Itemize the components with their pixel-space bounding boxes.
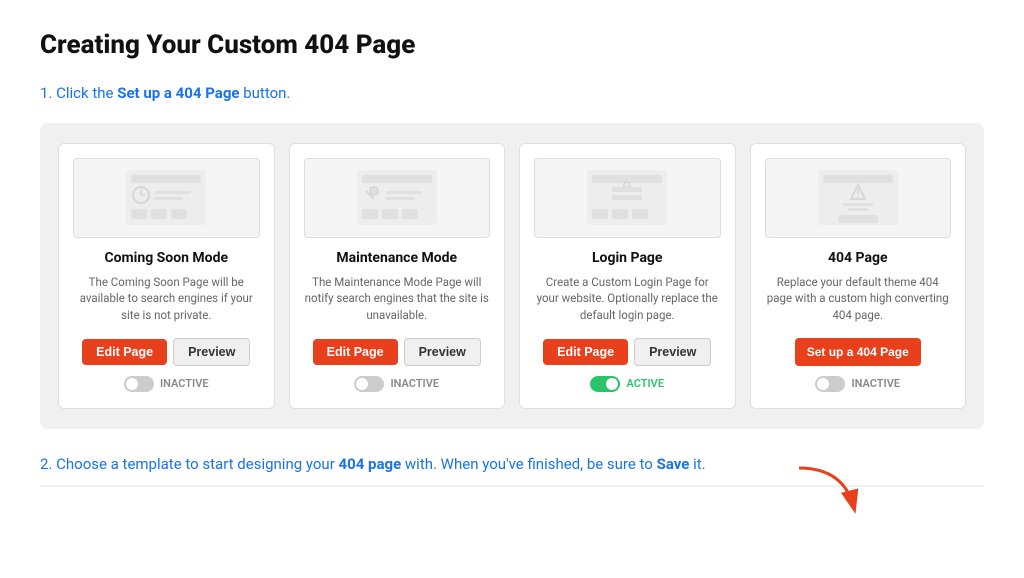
404-status-label: INACTIVE: [851, 377, 900, 390]
login-title: Login Page: [592, 250, 663, 266]
coming-soon-toggle[interactable]: [124, 376, 154, 392]
maintenance-buttons: Edit Page Preview: [313, 338, 481, 366]
404-buttons: Set up a 404 Page: [795, 338, 921, 366]
step2-instruction: 2. Choose a template to start designing …: [40, 453, 984, 476]
coming-soon-title: Coming Soon Mode: [104, 250, 228, 266]
404-title: 404 Page: [828, 250, 888, 266]
404-preview: [765, 158, 952, 238]
login-toggle[interactable]: [590, 376, 620, 392]
404-status: INACTIVE: [815, 376, 900, 392]
bottom-divider: [40, 485, 984, 487]
login-status-label: ACTIVE: [626, 377, 664, 390]
coming-soon-edit-button[interactable]: Edit Page: [82, 339, 167, 365]
coming-soon-desc: The Coming Soon Page will be available t…: [73, 274, 260, 324]
coming-soon-status-label: INACTIVE: [160, 377, 209, 390]
login-desc: Create a Custom Login Page for your webs…: [534, 274, 721, 324]
login-preview-button[interactable]: Preview: [634, 338, 711, 366]
maintenance-title: Maintenance Mode: [336, 250, 457, 266]
maintenance-edit-button[interactable]: Edit Page: [313, 339, 398, 365]
login-buttons: Edit Page Preview: [543, 338, 711, 366]
coming-soon-preview-button[interactable]: Preview: [173, 338, 250, 366]
maintenance-icon: [352, 165, 442, 230]
maintenance-preview: [304, 158, 491, 238]
coming-soon-status: INACTIVE: [124, 376, 209, 392]
page-title: Creating Your Custom 404 Page: [40, 30, 984, 60]
login-edit-button[interactable]: Edit Page: [543, 339, 628, 365]
404-icon: [813, 165, 903, 230]
maintenance-status-label: INACTIVE: [390, 377, 439, 390]
maintenance-desc: The Maintenance Mode Page will notify se…: [304, 274, 491, 324]
maintenance-toggle[interactable]: [354, 376, 384, 392]
login-icon: [582, 165, 672, 230]
coming-soon-icon: [121, 165, 211, 230]
maintenance-preview-button[interactable]: Preview: [404, 338, 481, 366]
card-maintenance: Maintenance Mode The Maintenance Mode Pa…: [289, 143, 506, 409]
step1-instruction: 1. Click the Set up a 404 Page button.: [40, 82, 984, 105]
coming-soon-buttons: Edit Page Preview: [82, 338, 250, 366]
card-404: 404 Page Replace your default theme 404 …: [750, 143, 967, 409]
login-preview: [534, 158, 721, 238]
setup-404-button[interactable]: Set up a 404 Page: [795, 338, 921, 366]
404-desc: Replace your default theme 404 page with…: [765, 274, 952, 324]
404-toggle[interactable]: [815, 376, 845, 392]
cards-wrapper: Coming Soon Mode The Coming Soon Page wi…: [40, 123, 984, 429]
card-coming-soon: Coming Soon Mode The Coming Soon Page wi…: [58, 143, 275, 409]
coming-soon-preview: [73, 158, 260, 238]
card-login: Login Page Create a Custom Login Page fo…: [519, 143, 736, 409]
maintenance-status: INACTIVE: [354, 376, 439, 392]
login-status: ACTIVE: [590, 376, 664, 392]
cards-container: Coming Soon Mode The Coming Soon Page wi…: [40, 123, 984, 429]
